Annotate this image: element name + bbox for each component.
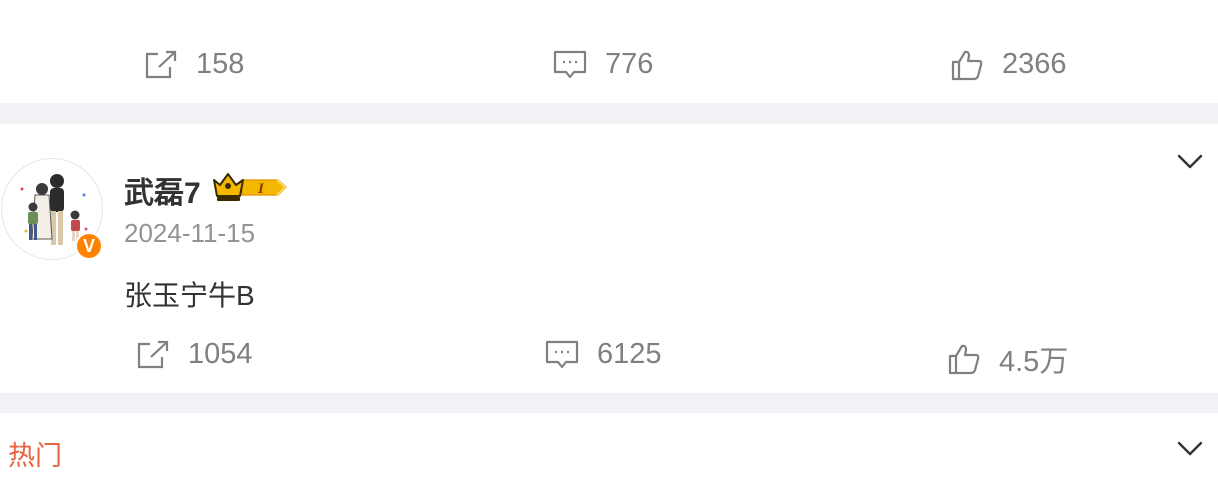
like-count: 4.5万: [999, 346, 1069, 378]
separator: [0, 103, 1218, 124]
username[interactable]: 武磊7: [124, 168, 201, 212]
repost-button[interactable]: 1054: [136, 338, 253, 371]
separator: [0, 393, 1218, 413]
like-icon: [950, 49, 984, 81]
post-text: 张玉宁牛B: [124, 280, 255, 311]
verified-icon: V: [75, 232, 103, 260]
comment-icon: [553, 49, 587, 81]
repost-button[interactable]: 158: [144, 48, 244, 81]
chevron-down-icon[interactable]: [1177, 440, 1203, 463]
like-button[interactable]: 2366: [950, 48, 1067, 81]
repost-count: 158: [196, 48, 245, 80]
comment-button[interactable]: 6125: [545, 338, 662, 371]
hot-section-label[interactable]: 热门: [8, 434, 62, 473]
like-icon: [947, 343, 981, 375]
comment-icon: [545, 339, 579, 371]
level-badge: I: [257, 181, 265, 197]
like-count: 2366: [1002, 48, 1067, 80]
post-date: 2024-11-15: [124, 218, 256, 248]
comment-button[interactable]: 776: [553, 48, 653, 81]
post-action-bar: 1054 6125 4.5万: [0, 324, 1218, 384]
like-button[interactable]: 4.5万: [947, 338, 1068, 380]
repost-icon: [144, 50, 178, 80]
comment-count: 6125: [597, 338, 662, 370]
crown-icon[interactable]: I: [212, 170, 290, 209]
prev-post-action-bar: 158 776 2366: [0, 34, 1218, 94]
repost-icon: [136, 340, 170, 370]
repost-count: 1054: [188, 338, 253, 370]
comment-count: 776: [605, 48, 654, 80]
chevron-down-icon[interactable]: [1177, 153, 1203, 176]
